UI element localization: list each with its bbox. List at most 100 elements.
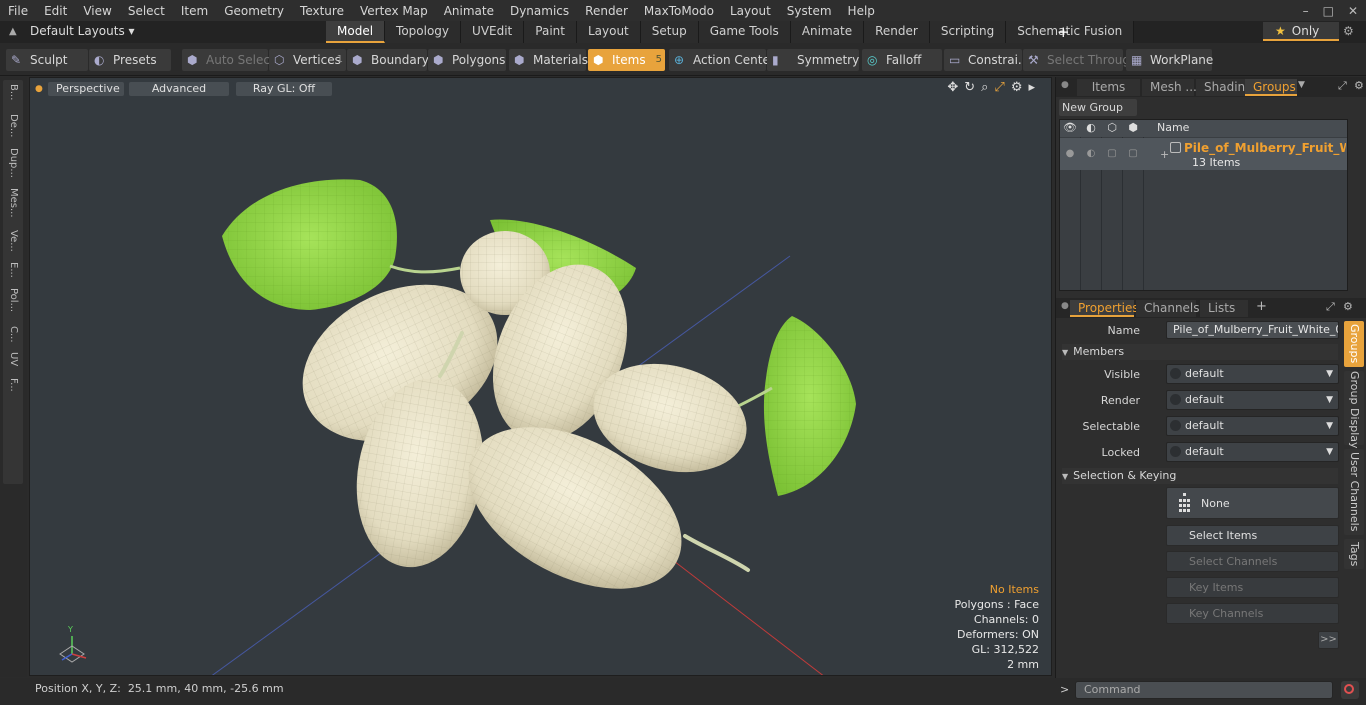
viewport-menu-dot[interactable]: ● [35,84,43,94]
workplane-button[interactable]: ▦ WorkPlane [1126,49,1213,71]
row-visibility-eye-icon[interactable]: ● [1060,148,1080,159]
panel-gear-icon[interactable]: ⚙ [1354,79,1364,92]
render-dropdown[interactable]: default ▼ [1166,390,1339,410]
selection-set-none[interactable]: None [1166,487,1339,519]
auto-select-button[interactable]: ⬢ Auto Select [182,49,275,71]
rotate-view-icon[interactable]: ↻ [964,80,975,95]
menu-dynamics[interactable]: Dynamics [502,4,577,18]
tab-model[interactable]: Model [326,21,386,43]
zoom-view-icon[interactable]: ⌕ [981,80,988,95]
select-channels-button[interactable]: Select Channels [1166,551,1339,572]
tab-mesh[interactable]: Mesh ... [1142,79,1197,96]
members-section[interactable]: ▼ Members [1062,344,1338,360]
key-channels-button[interactable]: Key Channels [1166,603,1339,624]
tab-properties[interactable]: Properties [1070,300,1139,317]
vtab-deform[interactable]: De... [3,114,23,137]
tab-scripting[interactable]: Scripting [929,21,1007,43]
vertices-button[interactable]: ⬡ Vertices 1 [269,49,346,71]
vtab-user-channels[interactable]: User Channels [1344,449,1364,535]
menu-geometry[interactable]: Geometry [216,4,292,18]
polygons-button[interactable]: ⬢ Polygons [428,49,506,71]
maximize-icon[interactable]: □ [1323,4,1334,18]
panel-dot-icon[interactable]: ● [1061,80,1069,90]
tab-paint[interactable]: Paint [524,21,577,43]
constraints-button[interactable]: ▭ Constrai... [944,49,1029,71]
only-toggle[interactable]: ★ Only [1263,22,1339,41]
visible-dropdown[interactable]: default ▼ [1166,364,1339,384]
new-group-button[interactable]: New Group [1059,99,1137,116]
tab-shading[interactable]: Shading [1196,79,1253,96]
close-icon[interactable]: ✕ [1348,4,1358,18]
menu-help[interactable]: Help [840,4,883,18]
tab-schematic-fusion[interactable]: Schematic Fusion [1006,21,1135,43]
items-button[interactable]: ⬢ Items 5 [588,49,665,71]
expand-group-icon[interactable]: + [1160,148,1169,161]
vtab-basic[interactable]: B... [3,84,23,100]
key-items-button[interactable]: Key Items [1166,577,1339,598]
vtab-polygon[interactable]: Pol... [3,288,23,312]
menu-render[interactable]: Render [577,4,636,18]
sculpt-button[interactable]: ✎ Sculpt [6,49,88,71]
select-through-button[interactable]: ⚒ Select Through [1023,49,1138,71]
tab-lists[interactable]: Lists [1200,300,1248,317]
default-layouts-dropdown[interactable]: Default Layouts ▾ [30,24,135,38]
materials-button[interactable]: ⬢ Materials [509,49,588,71]
maximize-view-icon[interactable]: ⤢ [994,80,1004,95]
menu-layout[interactable]: Layout [722,4,779,18]
add-tab-icon[interactable]: + [1057,23,1070,41]
tab-layout[interactable]: Layout [576,21,641,43]
command-input[interactable]: Command [1075,681,1333,699]
row-lock-icon[interactable]: ▢ [1123,148,1143,159]
presets-button[interactable]: ◐ Presets [89,49,171,71]
row-selectable-icon[interactable]: ▢ [1102,148,1122,159]
expand-panel-icon[interactable]: ⤢ [1338,79,1347,93]
symmetry-button[interactable]: ▮ Symmetry [767,49,859,71]
tab-channels[interactable]: Channels [1136,300,1200,317]
menu-file[interactable]: File [0,4,36,18]
menu-item[interactable]: Item [173,4,216,18]
panel-gear-icon[interactable]: ⚙ [1343,300,1353,313]
minimize-icon[interactable]: – [1303,4,1309,18]
vtab-group-display[interactable]: Group Display [1344,371,1364,449]
tabs-dropdown-icon[interactable]: ▼ [1298,80,1305,90]
viewport-settings-gear-icon[interactable]: ⚙ [1011,80,1023,95]
more-button[interactable]: >> [1318,631,1339,649]
expand-panel-icon[interactable]: ⤢ [1326,300,1335,314]
visibility-eye-icon[interactable]: 👁 [1060,121,1080,134]
vtab-tags[interactable]: Tags [1344,539,1364,569]
select-items-button[interactable]: Select Items [1166,525,1339,546]
tab-setup[interactable]: Setup [640,21,699,43]
tab-uvedit[interactable]: UVEdit [461,21,525,43]
vtab-edge[interactable]: E... [3,262,23,278]
vtab-uv[interactable]: UV [3,352,23,366]
tab-items[interactable]: Items [1077,79,1140,96]
tab-animate[interactable]: Animate [790,21,865,43]
boundary-button[interactable]: ⬢ Boundary [347,49,429,71]
menu-vertex-map[interactable]: Vertex Map [352,4,436,18]
tab-game-tools[interactable]: Game Tools [698,21,791,43]
lock-icon[interactable]: ⬢ [1123,121,1143,134]
locked-dropdown[interactable]: default ▼ [1166,442,1339,462]
vtab-fusion[interactable]: F... [3,378,23,392]
group-name-field[interactable]: Pile_of_Mulberry_Fruit_White_00 [1166,321,1339,339]
menu-view[interactable]: View [75,4,119,18]
command-arrow-icon[interactable]: > [1060,683,1069,696]
action-center-button[interactable]: ⊕ Action Center [669,49,775,71]
add-tab-icon[interactable]: + [1256,299,1267,314]
vtab-curve[interactable]: C... [3,326,23,343]
tab-topology[interactable]: Topology [385,21,462,43]
move-view-icon[interactable]: ✥ [947,80,958,95]
expand-arrow-icon[interactable]: ▸ [1028,80,1035,95]
render-icon[interactable]: ◐ [1081,121,1101,134]
selectable-dropdown[interactable]: default ▼ [1166,416,1339,436]
tab-render[interactable]: Render [864,21,930,43]
tab-groups[interactable]: Groups [1245,79,1297,96]
menu-animate[interactable]: Animate [436,4,502,18]
selection-keying-section[interactable]: ▼ Selection & Keying [1062,468,1338,484]
panel-dot-icon[interactable]: ● [1061,301,1069,311]
vtab-duplicate[interactable]: Dup... [3,148,23,178]
selectable-icon[interactable]: ⬡ [1102,121,1122,134]
vtab-groups[interactable]: Groups [1344,321,1364,367]
menu-system[interactable]: System [779,4,840,18]
vtab-mesh-edit[interactable]: Mes... [3,188,23,218]
